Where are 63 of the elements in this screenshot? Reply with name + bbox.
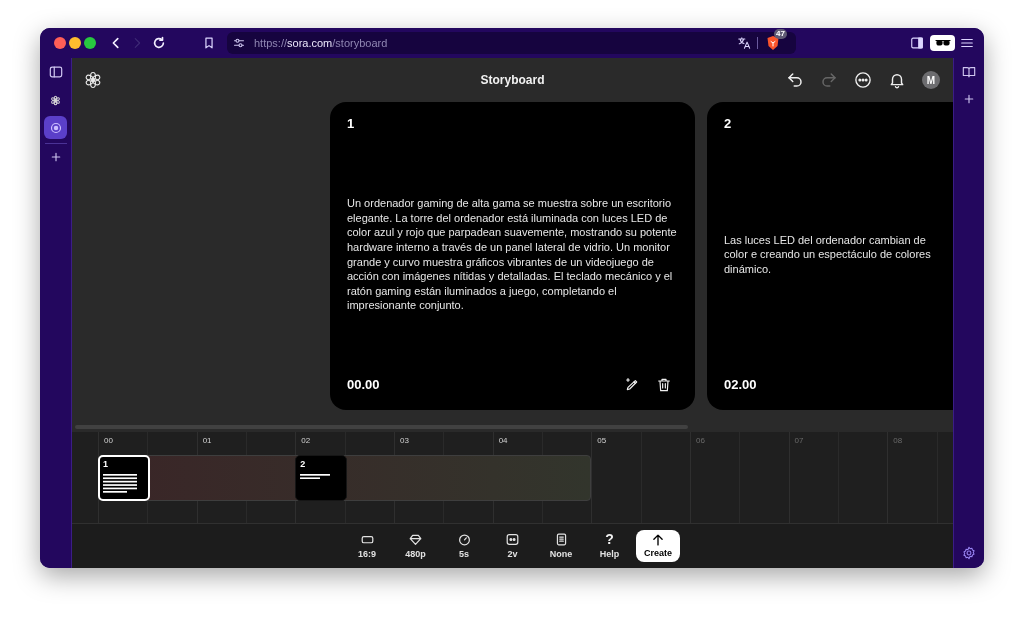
plus-icon[interactable] bbox=[50, 152, 61, 162]
aspect-ratio-button[interactable]: 16:9 bbox=[345, 532, 389, 560]
clip-number: 1 bbox=[103, 459, 108, 470]
undo-icon[interactable] bbox=[786, 71, 804, 89]
arrow-up-icon bbox=[652, 533, 664, 546]
scene-card[interactable] bbox=[330, 102, 695, 410]
text-lines-icon bbox=[103, 474, 137, 493]
create-button[interactable]: Create bbox=[636, 530, 680, 562]
knot-logo-icon[interactable] bbox=[84, 71, 102, 89]
page-title: Storyboard bbox=[480, 72, 545, 89]
question-mark-icon: ? bbox=[605, 532, 614, 546]
avatar[interactable]: M bbox=[922, 71, 940, 89]
resolution-button[interactable]: 480p bbox=[393, 532, 438, 560]
ring-icon bbox=[49, 121, 62, 134]
bookmark-icon[interactable] bbox=[202, 36, 216, 50]
sidebar-panel-icon[interactable] bbox=[48, 65, 63, 79]
sidebar-toggle-icon[interactable] bbox=[910, 36, 924, 50]
scene-card[interactable]: 2 Las luces LED del ordenador cambian de color e creando un espectáculo de colores dinámico. 02.00 bbox=[707, 102, 953, 410]
url-text[interactable]: https://sora.com/storyboard bbox=[254, 34, 388, 52]
time-label: 05 bbox=[597, 436, 608, 446]
reload-icon[interactable] bbox=[152, 36, 166, 50]
translate-icon[interactable] bbox=[737, 36, 751, 50]
diamond-icon bbox=[409, 532, 422, 546]
time-label: 06 bbox=[695, 436, 706, 446]
time-label: 07 bbox=[794, 436, 805, 446]
pencil-sparkle-icon[interactable] bbox=[624, 377, 640, 393]
stopwatch-icon bbox=[457, 532, 471, 546]
scene-number: 2 bbox=[724, 116, 732, 132]
count-badge: 47 bbox=[774, 29, 787, 39]
time-label: 02 bbox=[301, 436, 312, 446]
glasses-button[interactable] bbox=[930, 35, 955, 51]
scene-description[interactable]: Las luces LED del ordenador cambian de color e creando un espectáculo de colores dinámico. bbox=[724, 232, 949, 277]
app-tab[interactable] bbox=[44, 116, 67, 139]
clip-number: 2 bbox=[300, 459, 306, 470]
square-dots-icon bbox=[506, 532, 519, 546]
time-label: 08 bbox=[893, 436, 904, 446]
time-label: 04 bbox=[498, 436, 509, 446]
scene-time: 00.00 bbox=[347, 377, 380, 393]
more-options-icon[interactable] bbox=[854, 71, 872, 89]
clip-thumbnail[interactable]: 2 bbox=[295, 455, 348, 501]
help-button[interactable]: ? Help bbox=[587, 532, 632, 560]
plus-icon[interactable] bbox=[964, 94, 974, 104]
time-label: 01 bbox=[202, 436, 213, 446]
address-bar[interactable]: https://sora.com/storyboard 47 bbox=[227, 32, 796, 54]
document-icon bbox=[554, 532, 568, 546]
scene-number: 1 bbox=[347, 116, 355, 132]
trash-icon[interactable] bbox=[656, 377, 672, 393]
time-label: 00 bbox=[104, 436, 114, 446]
time-label: 03 bbox=[399, 436, 410, 446]
clip-thumbnail[interactable]: 1 bbox=[98, 455, 150, 501]
shield-icon[interactable] bbox=[766, 35, 780, 51]
preset-button[interactable]: None bbox=[539, 532, 583, 560]
variations-button[interactable]: 2v bbox=[490, 532, 535, 560]
duration-button[interactable]: 5s bbox=[442, 532, 486, 560]
tune-icon[interactable] bbox=[233, 37, 245, 49]
book-icon[interactable] bbox=[962, 65, 976, 79]
settings-icon[interactable] bbox=[962, 546, 976, 560]
glasses-icon bbox=[934, 38, 951, 48]
bell-icon[interactable] bbox=[888, 71, 906, 89]
flower-icon bbox=[50, 95, 61, 106]
scene-description[interactable]: Un ordenador gaming de alta gama se muestra sobre un escritorio elegante. La torre del ordenador está iluminada con luces LED de color azul y rojo que parpadean suavemente, mostrando su potente hardware interno a través de un panel lateral de vidrio. Un monitor grande y curvo muestra gráficos vibrantes de un videojuego de acción con imágenes nítidas y detalladas. El teclado mecánico y el ratón gaming están iluminados a juego, completando el impresionante conjunto. bbox=[347, 196, 678, 313]
menu-icon[interactable] bbox=[960, 36, 974, 50]
scene-time: 02.00 bbox=[724, 377, 757, 393]
